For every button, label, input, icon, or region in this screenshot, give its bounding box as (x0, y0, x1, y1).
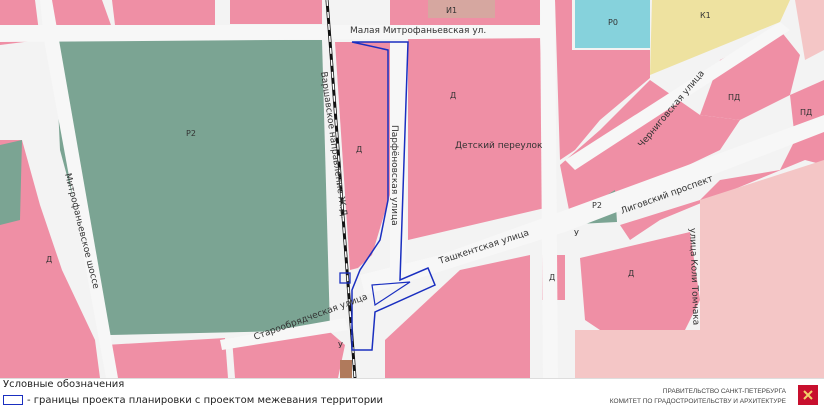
zone-d-leftmost-green[interactable] (0, 140, 22, 225)
road-vertical-center (540, 0, 558, 378)
boundary-swatch-icon (3, 395, 23, 405)
zone-label-r2-small: Р2 (592, 201, 602, 210)
zone-label-d-upper: Д (450, 91, 456, 100)
zone-label-d-left: Д (46, 255, 52, 264)
label-malaya-mitrofanyevskaya: Малая Митрофаньевская ул. (350, 26, 486, 36)
zone-label-u-bottom: У (338, 341, 343, 350)
legend-row: - границы проекта планировки с проектом … (3, 394, 383, 406)
legend-boundary-text: - границы проекта планировки с проектом … (27, 394, 384, 406)
zone-label-r2-left: Р2 (186, 129, 196, 138)
org-line1: ПРАВИТЕЛЬСТВО САНКТ-ПЕТЕРБУРГА (662, 388, 786, 395)
legend-title: Условные обозначения (3, 379, 125, 390)
zone-label-i1: И1 (446, 6, 457, 15)
zone-u-bottom-brown[interactable] (340, 360, 352, 378)
zone-label-pd2: ПД (800, 108, 812, 117)
label-parfenovskaya: Парфёновская улица (389, 125, 399, 226)
zone-label-d-square: Д (549, 273, 555, 282)
zone-label-k1: К1 (700, 11, 711, 20)
legend-panel: Условные обозначения - границы проекта п… (0, 378, 824, 411)
org-block: ПРАВИТЕЛЬСТВО САНКТ-ПЕТЕРБУРГА КОМИТЕТ П… (610, 387, 786, 407)
zone-i1-brown[interactable] (428, 0, 495, 18)
zone-pink-top-2[interactable] (230, 0, 322, 24)
label-detskiy: Детский переулок (455, 141, 543, 151)
zone-label-d-center: Д (356, 145, 362, 154)
city-emblem-icon (798, 385, 818, 405)
zone-pink-top-1[interactable] (112, 0, 215, 25)
zone-pink-bottom-left[interactable] (105, 338, 228, 378)
zone-label-u-right: У (574, 229, 579, 238)
zone-d-upper[interactable] (408, 35, 545, 240)
zone-label-r0: Р0 (608, 18, 618, 27)
zone-lower-right-mid[interactable] (575, 330, 700, 378)
org-line2: КОМИТЕТ ПО ГРАДОСТРОИТЕЛЬСТВУ И АРХИТЕКТ… (609, 398, 786, 405)
map-svg: Малая Митрофаньевская ул. Варшавское нап… (0, 0, 824, 379)
zone-label-d-lower: Д (628, 269, 634, 278)
map-canvas[interactable]: Малая Митрофаньевская ул. Варшавское нап… (0, 0, 824, 379)
zone-label-pd1: ПД (728, 93, 740, 102)
